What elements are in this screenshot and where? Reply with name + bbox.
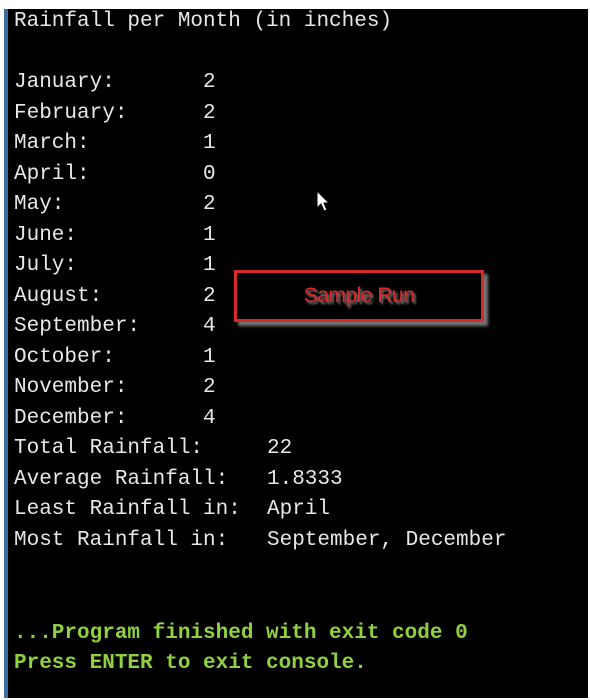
month-row-label: May: (14, 193, 65, 216)
summary-row-value: April (267, 498, 331, 521)
month-row-label: October: (14, 345, 115, 369)
month-row-value: 0 (203, 162, 216, 186)
summary-row-label: Most Rainfall in: (14, 528, 229, 552)
month-row-value: 2 (203, 193, 216, 216)
month-row: December: 4 (14, 404, 584, 434)
month-row-label: August: (14, 284, 103, 308)
summary-row-value: 1.8333 (267, 467, 343, 491)
summary-row-label: Average Rainfall: (14, 467, 229, 491)
summary-row-value: September, December (267, 528, 507, 552)
month-row-label: September: (14, 315, 141, 338)
month-row: May: 2 (14, 190, 584, 220)
month-row-value: 1 (203, 132, 216, 155)
month-row: June: 1 (14, 221, 584, 251)
title-line: Rainfall per Month (in inches) (14, 10, 393, 33)
month-row: October: 1 (14, 343, 584, 373)
month-row: February: 2 (14, 99, 584, 129)
month-row-value: 2 (203, 71, 216, 94)
month-row-label: February: (14, 101, 128, 125)
month-row-value: 1 (203, 223, 216, 247)
summary-row: Total Rainfall: 22 (14, 434, 584, 464)
month-row-value: 1 (203, 345, 216, 369)
month-row-label: March: (14, 132, 90, 155)
month-row-label: December: (14, 406, 128, 430)
month-row-label: July: (14, 254, 78, 277)
month-row-value: 2 (203, 284, 216, 308)
summary-row: Average Rainfall: 1.8333 (14, 465, 584, 495)
summary-row: Least Rainfall in: April (14, 495, 584, 525)
month-row-value: 2 (203, 101, 216, 125)
month-row-value: 4 (203, 315, 216, 338)
mouse-pointer-icon (316, 190, 331, 212)
exit-message: ...Program finished with exit code 0 (14, 622, 468, 645)
summary-row-label: Least Rainfall in: (14, 498, 241, 521)
month-row-label: November: (14, 376, 128, 399)
month-row-label: January: (14, 71, 115, 94)
month-row: April: 0 (14, 160, 584, 190)
month-row-value: 1 (203, 254, 216, 277)
month-row-value: 4 (203, 406, 216, 430)
month-row: March: 1 (14, 129, 584, 159)
sample-run-badge: Sample Run (234, 270, 484, 322)
month-row-value: 2 (203, 376, 216, 399)
month-row-label: April: (14, 162, 90, 186)
prompt-message: Press ENTER to exit console. (14, 652, 367, 675)
month-row-label: June: (14, 223, 78, 247)
summary-row-label: Total Rainfall: (14, 437, 204, 460)
console-window[interactable]: Rainfall per Month (in inches) January: 2… (4, 9, 588, 698)
summary-row: Most Rainfall in: September, December (14, 526, 584, 556)
month-row: January: 2 (14, 68, 584, 98)
summary-row-value: 22 (267, 437, 293, 460)
sample-run-label: Sample Run (303, 284, 415, 307)
month-row: November: 2 (14, 373, 584, 403)
